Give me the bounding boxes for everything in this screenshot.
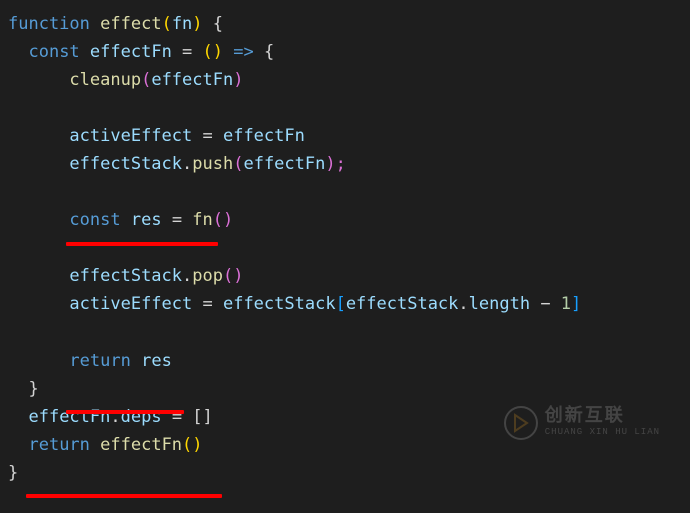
highlight-underline	[66, 410, 184, 414]
var-effectfn: effectFn	[90, 42, 172, 62]
var-effectstack: effectStack	[69, 154, 182, 174]
kw-const: const	[28, 42, 79, 62]
fn-effect: effect	[100, 14, 161, 34]
highlight-underline	[26, 494, 222, 498]
fn-pop: pop	[192, 266, 223, 286]
kw-return: return	[69, 351, 130, 371]
var-activeeffect: activeEffect	[69, 126, 192, 146]
var-res: res	[131, 210, 162, 230]
highlight-underline	[66, 242, 218, 246]
kw-function: function	[8, 14, 90, 34]
code-block: function effect(fn) { const effectFn = (…	[8, 10, 682, 487]
fn-call: fn	[192, 210, 212, 230]
fn-cleanup: cleanup	[69, 70, 141, 90]
fn-push: push	[192, 154, 233, 174]
